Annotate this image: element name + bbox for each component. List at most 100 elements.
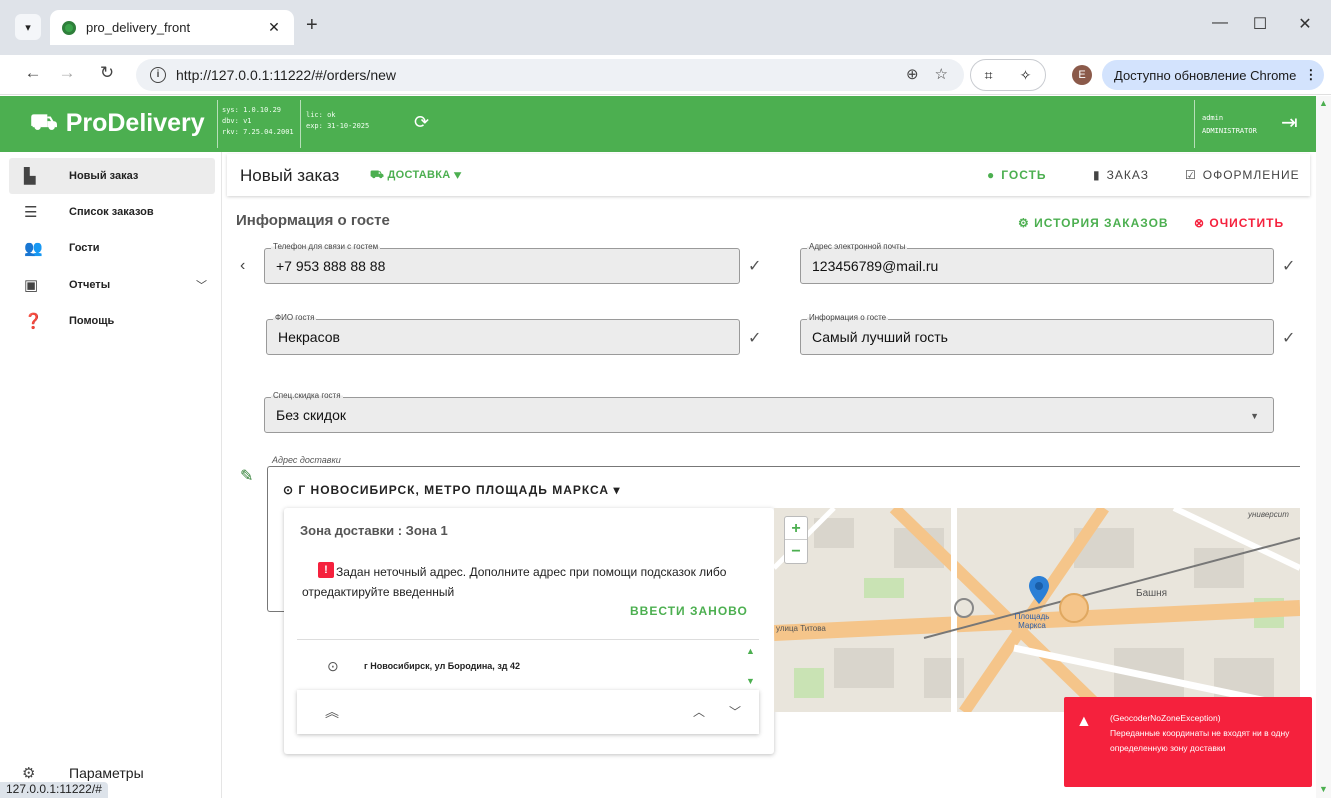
forward-button[interactable]: → (56, 63, 78, 83)
email-value: 123456789@mail.ru (812, 258, 939, 274)
list-icon: ☰ (24, 204, 38, 221)
chevron-down-icon[interactable]: ﹀ (729, 703, 741, 720)
delivery-type-dropdown[interactable]: ⛟ ДОСТАВКА ▾ (370, 169, 462, 183)
url-text: http://127.0.0.1:11222/#/orders/new (176, 67, 397, 83)
browser-toolbar: ← → ↻ i http://127.0.0.1:11222/#/orders/… (0, 55, 1331, 95)
tab-guest[interactable]: ● ГОСТЬ (987, 168, 1047, 182)
zoom-out-button[interactable]: − (785, 540, 807, 563)
back-button[interactable]: ← (22, 63, 44, 83)
clear-button[interactable]: ⊗ ОЧИСТИТЬ (1194, 216, 1284, 230)
system-info: sys: 1.0.10.29 dbv: v1 rkv: 7.25.04.2001 (222, 105, 294, 138)
page-title: Новый заказ (240, 166, 340, 185)
minimize-button[interactable]: — (1210, 14, 1230, 32)
location-pin-icon: ⊙ (283, 483, 295, 497)
truck-icon: ⛟ (30, 109, 58, 134)
sidebar-item-guests[interactable]: 👥 Гости (9, 230, 215, 266)
email-field[interactable]: Адрес электронной почты 123456789@mail.r… (800, 242, 1274, 284)
sidebar-item-new-order[interactable]: ▙ Новый заказ (9, 158, 215, 194)
caret-down-icon: ▼ (1250, 411, 1259, 421)
caret-down-icon: ▾ (613, 483, 621, 497)
sidebar-item-orders-list[interactable]: ☰ Список заказов (9, 194, 215, 230)
tab-label: ОФОРМЛЕНИЕ (1202, 168, 1300, 182)
sidebar-item-reports[interactable]: ▣ Отчеты ﹀ (9, 267, 215, 303)
clear-circle-icon: ⊗ (1194, 216, 1206, 230)
user-name: admin (1202, 114, 1224, 122)
map-marker-icon[interactable] (1029, 576, 1049, 604)
name-field[interactable]: ФИО гостя Некрасов (266, 313, 740, 355)
check-icon: ✓ (748, 258, 762, 275)
scroll-up-icon[interactable]: ▲ (1319, 98, 1328, 108)
zoom-in-button[interactable]: + (785, 517, 807, 540)
tab-label: ЗАКАЗ (1106, 168, 1149, 182)
site-info-icon[interactable]: i (150, 67, 166, 83)
tab-order[interactable]: ▮ ЗАКАЗ (1093, 168, 1149, 182)
delivery-map[interactable]: + − Площадь Маркса Башня улица Титова ун… (774, 508, 1300, 712)
order-history-button[interactable]: ⚙ ИСТОРИЯ ЗАКАЗОВ (1018, 216, 1169, 230)
logo-text: ProDelivery (65, 109, 205, 137)
browser-tab[interactable]: pro_delivery_front ✕ (50, 10, 294, 45)
guest-info-value: Самый лучший гость (812, 329, 948, 345)
address-dropdown[interactable]: ⊙ Г НОВОСИБИРСК, МЕТРО ПЛОЩАДЬ МАРКСА ▾ (283, 483, 620, 497)
toast-text: (GeocoderNoZoneException) Переданные коо… (1110, 711, 1306, 756)
history-icon: ⚙ (1018, 216, 1030, 230)
bookmark-star-icon[interactable]: ☆ (935, 65, 948, 83)
menu-dots-icon: ⋮ (1304, 67, 1318, 82)
tab-close-icon[interactable]: ✕ (262, 19, 286, 36)
address-suggestion[interactable]: г Новосибирск, ул Бородина, зд 42 (364, 661, 520, 671)
chevron-down-icon: ﹀ (196, 280, 207, 292)
chrome-update-button[interactable]: Доступно обновление Chrome ⋮ (1102, 60, 1324, 90)
discount-select[interactable]: Спец.скидка гостя Без скидок ▼ (264, 391, 1274, 433)
favicon-icon (62, 20, 76, 35)
toast-message: Переданные координаты не входят ни в одн… (1110, 728, 1290, 753)
error-toast[interactable]: ▲ (GeocoderNoZoneException) Переданные к… (1064, 697, 1312, 787)
app-header: ⛟ ProDelivery sys: 1.0.10.29 dbv: v1 rkv… (0, 96, 1316, 152)
email-label: Адрес электронной почты (807, 242, 908, 251)
reload-button[interactable]: ↻ (96, 63, 118, 83)
check-icon: ✓ (1282, 330, 1296, 347)
extensions-group: ⌗ ✧ (970, 59, 1046, 91)
tab-list-button[interactable]: ▾ (15, 14, 41, 40)
profile-avatar[interactable]: E (1072, 65, 1092, 85)
map-label: Башня (1136, 588, 1168, 599)
screenshot-icon[interactable]: ⌗ (985, 67, 993, 84)
sidebar-item-help[interactable]: ❓ Помощь (9, 303, 215, 339)
order-history-label: ИСТОРИЯ ЗАКАЗОВ (1034, 216, 1169, 230)
zone-title: Зона доставки : Зона 1 (300, 523, 448, 538)
sidebar-item-label: Отчеты (69, 279, 111, 291)
sidebar-item-label: Помощь (69, 315, 115, 327)
tab-checkout[interactable]: ☑ ОФОРМЛЕНИЕ (1185, 168, 1300, 182)
address-bar[interactable]: i http://127.0.0.1:11222/#/orders/new ⊕ … (136, 59, 964, 91)
collapse-chevron-icon[interactable]: ‹ (240, 257, 245, 275)
sidebar-item-label: Список заказов (69, 206, 154, 218)
db-version: dbv: v1 (222, 117, 252, 125)
guest-info-field[interactable]: Информация о госте Самый лучший гость (800, 313, 1274, 355)
clear-label: ОЧИСТИТЬ (1209, 216, 1285, 230)
refresh-icon[interactable]: ⟳ (414, 112, 429, 133)
phone-field[interactable]: Телефон для связи с гостем +7 953 888 88… (264, 242, 740, 284)
divider (297, 639, 759, 640)
app-logo[interactable]: ⛟ ProDelivery (30, 109, 205, 138)
double-chevron-up-icon[interactable]: ︽ (325, 702, 339, 722)
update-label: Доступно обновление Chrome (1114, 67, 1297, 83)
zoom-icon[interactable]: ⊕ (906, 65, 919, 83)
sidebar-item-settings[interactable]: ⚙ Параметры (22, 764, 144, 782)
edit-pencil-icon[interactable]: ✎ (240, 466, 253, 486)
scroll-down-icon[interactable]: ▼ (1319, 784, 1328, 794)
reenter-button[interactable]: ВВЕСТИ ЗАНОВО (630, 604, 748, 618)
extensions-icon[interactable]: ✧ (1020, 67, 1032, 84)
page-header: Новый заказ ⛟ ДОСТАВКА ▾ ● ГОСТЬ ▮ ЗАКАЗ… (227, 154, 1310, 196)
close-window-button[interactable]: ✕ (1295, 14, 1315, 34)
map-label: университ (1248, 510, 1289, 519)
maximize-button[interactable]: ☐ (1250, 14, 1270, 34)
chevron-up-icon[interactable]: ︿ (693, 703, 705, 720)
address-selected: Г НОВОСИБИРСК, МЕТРО ПЛОЩАДЬ МАРКСА (298, 483, 610, 497)
logout-icon[interactable]: ⇥ (1281, 110, 1298, 135)
new-tab-button[interactable]: + (306, 14, 318, 37)
clipboard-icon: ▣ (24, 277, 39, 294)
page-scrollbar[interactable]: ▲ ▼ (1316, 96, 1331, 798)
suggestion-up-icon[interactable]: ▲ (746, 646, 755, 656)
guest-info-label: Информация о госте (807, 313, 889, 322)
suggestion-down-icon[interactable]: ▼ (746, 676, 755, 686)
checkbox-icon: ☑ (1185, 168, 1197, 182)
discount-value: Без скидок (276, 407, 346, 423)
